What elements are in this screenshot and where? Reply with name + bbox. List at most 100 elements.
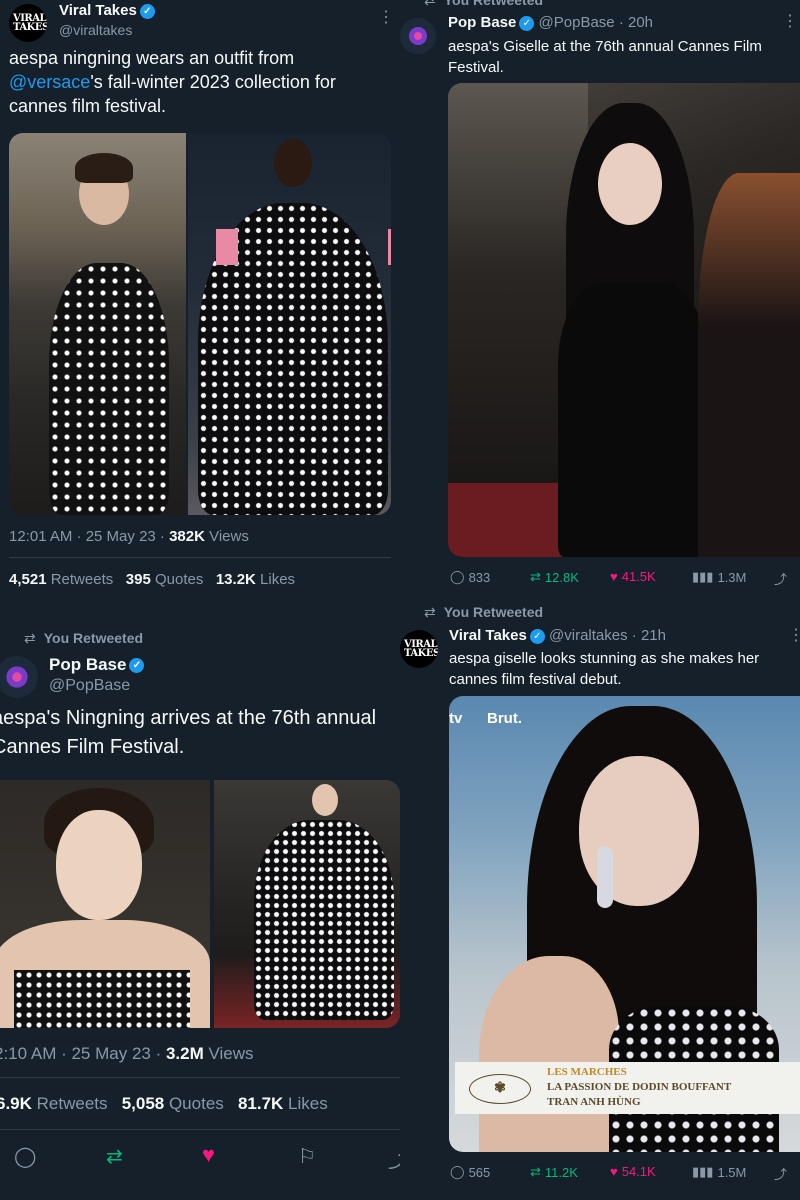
reply-action[interactable]: ◯ 565 xyxy=(450,1164,490,1180)
tweet-time[interactable]: · 21h xyxy=(632,627,666,644)
tweet-media[interactable] xyxy=(0,780,400,1028)
tweet-text-part1: aespa ningning wears an outfit from xyxy=(9,48,295,68)
banner-line3: TRAN ANH HÙNG xyxy=(547,1096,641,1108)
likes-count: 13.2K xyxy=(215,571,256,588)
retweet-icon: ⇄ xyxy=(424,0,436,8)
tweet-popbase-giselle: ⇄ You Retweeted Pop Base ✓ @PopBase · 20h … xyxy=(400,0,800,600)
reply-icon: ◯ xyxy=(14,1146,37,1168)
tweet-time[interactable]: · 20h xyxy=(619,14,653,31)
views-count: 1.3M xyxy=(717,569,747,585)
retweets-count: 6.9K xyxy=(0,1094,32,1113)
tweet-media[interactable] xyxy=(9,133,391,515)
photo-runway-model[interactable] xyxy=(188,133,391,515)
photo-ningning-fullbody[interactable] xyxy=(214,780,400,1028)
timestamp-text: 12:01 AM · 25 May 23 · xyxy=(9,528,170,545)
retweets-stat[interactable]: 6.9K Retweets xyxy=(0,1094,108,1113)
divider xyxy=(0,1129,400,1130)
like-button[interactable]: ♥ xyxy=(202,1142,215,1168)
author-handle[interactable]: @viraltakes xyxy=(59,22,132,38)
palm-logo-icon: ✾ xyxy=(469,1074,531,1104)
likes-stat[interactable]: 81.7K Likes xyxy=(238,1094,328,1113)
photo-ningning[interactable] xyxy=(9,133,186,515)
figure-hair xyxy=(75,153,133,183)
avatar[interactable] xyxy=(0,656,38,698)
photo-ningning-closeup[interactable] xyxy=(0,780,210,1028)
author-handle[interactable]: @PopBase xyxy=(49,677,130,695)
avatar-logo-text: VIRAL TAKES xyxy=(13,13,47,33)
like-action[interactable]: ♥ 41.5K xyxy=(610,569,656,584)
share-button[interactable]: ⤴ xyxy=(388,1144,400,1173)
retweets-stat[interactable]: 4,521 Retweets xyxy=(9,571,113,588)
retweeted-indicator: ⇄ You Retweeted xyxy=(24,630,143,647)
tweet-viraltakes-giselle: ⇄ You Retweeted VIRAL TAKES Viral Takes ✓ … xyxy=(400,600,800,1200)
author-handle[interactable]: @viraltakes xyxy=(549,627,628,644)
tweet-media[interactable] xyxy=(448,83,800,557)
figure-head xyxy=(312,784,338,816)
more-options-icon[interactable]: ⋮ xyxy=(378,10,394,26)
mention-link[interactable]: @versace xyxy=(9,72,90,92)
views-icon: ▮▮▮ xyxy=(692,569,714,584)
reply-action[interactable]: ◯ 833 xyxy=(450,569,490,585)
retweet-icon: ⇄ xyxy=(530,569,541,584)
tweet-timestamp: 2:10 AM · 25 May 23 · 3.2M Views xyxy=(0,1044,254,1064)
tweet-media-video[interactable]: tv Brut. ✾ LES MARCHES LA PASSION DE DOD… xyxy=(449,696,800,1152)
views-action[interactable]: ▮▮▮ 1.3M xyxy=(692,569,746,585)
retweet-icon: ⇄ xyxy=(24,630,36,646)
avatar[interactable]: VIRAL TAKES xyxy=(400,630,438,668)
retweet-icon: ⇄ xyxy=(106,1146,123,1168)
views-action[interactable]: ▮▮▮ 1.5M xyxy=(692,1164,746,1180)
likes-stat[interactable]: 13.2K Likes xyxy=(216,571,295,588)
channel-logo: tv xyxy=(449,710,463,727)
author-name[interactable]: Pop Base ✓ xyxy=(49,655,145,675)
avatar[interactable]: VIRAL TAKES xyxy=(9,4,47,42)
retweet-action[interactable]: ⇄ 11.2K xyxy=(530,1164,578,1180)
tweet-viraltakes-ningning: VIRAL TAKES Viral Takes ✓ @viraltakes ⋮ a… xyxy=(0,0,400,600)
author-name-text: Pop Base xyxy=(49,655,127,674)
verified-badge-icon: ✓ xyxy=(519,15,535,31)
reply-count: 565 xyxy=(468,1164,491,1180)
share-icon: ⤴ xyxy=(774,572,788,587)
earring xyxy=(597,846,613,908)
views-icon: ▮▮▮ xyxy=(692,1164,714,1179)
retweet-action[interactable]: ⇄ 12.8K xyxy=(530,569,579,585)
quotes-stat[interactable]: 395 Quotes xyxy=(126,571,204,588)
model-head xyxy=(274,139,312,187)
quotes-count: 395 xyxy=(125,571,151,588)
retweet-button[interactable]: ⇄ xyxy=(106,1144,123,1169)
views-label: Views xyxy=(203,1044,254,1063)
more-options-icon[interactable]: ⋮ xyxy=(788,628,800,644)
brut-logo: Brut. xyxy=(487,710,522,727)
reply-icon: ◯ xyxy=(450,1164,465,1179)
retweeted-indicator: ⇄ You Retweeted xyxy=(424,604,543,621)
verified-badge-icon: ✓ xyxy=(529,628,545,644)
tweet-stats: 6.9K Retweets 5,058 Quotes 81.7K Likes xyxy=(0,1094,328,1114)
quotes-label: Quotes xyxy=(150,571,204,588)
author-name[interactable]: Viral Takes ✓ xyxy=(59,2,155,19)
retweeted-label: You Retweeted xyxy=(43,630,144,646)
figure-face xyxy=(56,810,142,920)
author-handle[interactable]: @PopBase xyxy=(539,14,615,31)
caption-banner: ✾ LES MARCHES LA PASSION DE DODIN BOUFFA… xyxy=(455,1062,800,1114)
share-action[interactable]: ⤴ xyxy=(774,1164,787,1183)
popbase-logo-icon xyxy=(6,666,28,688)
share-icon: ⤴ xyxy=(388,1150,400,1172)
timestamp-text: 2:10 AM · 25 May 23 · xyxy=(0,1044,166,1063)
more-options-icon[interactable]: ⋮ xyxy=(782,14,798,30)
quotes-stat[interactable]: 5,058 Quotes xyxy=(122,1094,224,1113)
like-action[interactable]: ♥ 54.1K xyxy=(610,1164,656,1179)
share-action[interactable]: ⤴ xyxy=(774,569,787,588)
verified-badge-icon: ✓ xyxy=(139,3,155,19)
author-name[interactable]: Viral Takes xyxy=(449,627,527,644)
banner-line2: LA PASSION DE DODIN BOUFFANT xyxy=(547,1081,732,1093)
author-line: Viral Takes ✓ @viraltakes · 21h xyxy=(449,627,666,644)
reply-button[interactable]: ◯ xyxy=(14,1144,36,1169)
tweet-text: aespa's Ningning arrives at the 76th ann… xyxy=(0,707,377,758)
heart-icon: ♥ xyxy=(610,1164,618,1179)
retweets-label: Retweets xyxy=(46,571,114,588)
retweet-icon: ⇄ xyxy=(424,604,436,620)
author-name[interactable]: Pop Base xyxy=(448,14,516,31)
divider xyxy=(0,1077,400,1078)
figure-dress xyxy=(14,970,190,1028)
bookmark-button[interactable]: ⚐ xyxy=(298,1144,316,1169)
avatar[interactable] xyxy=(400,18,436,54)
